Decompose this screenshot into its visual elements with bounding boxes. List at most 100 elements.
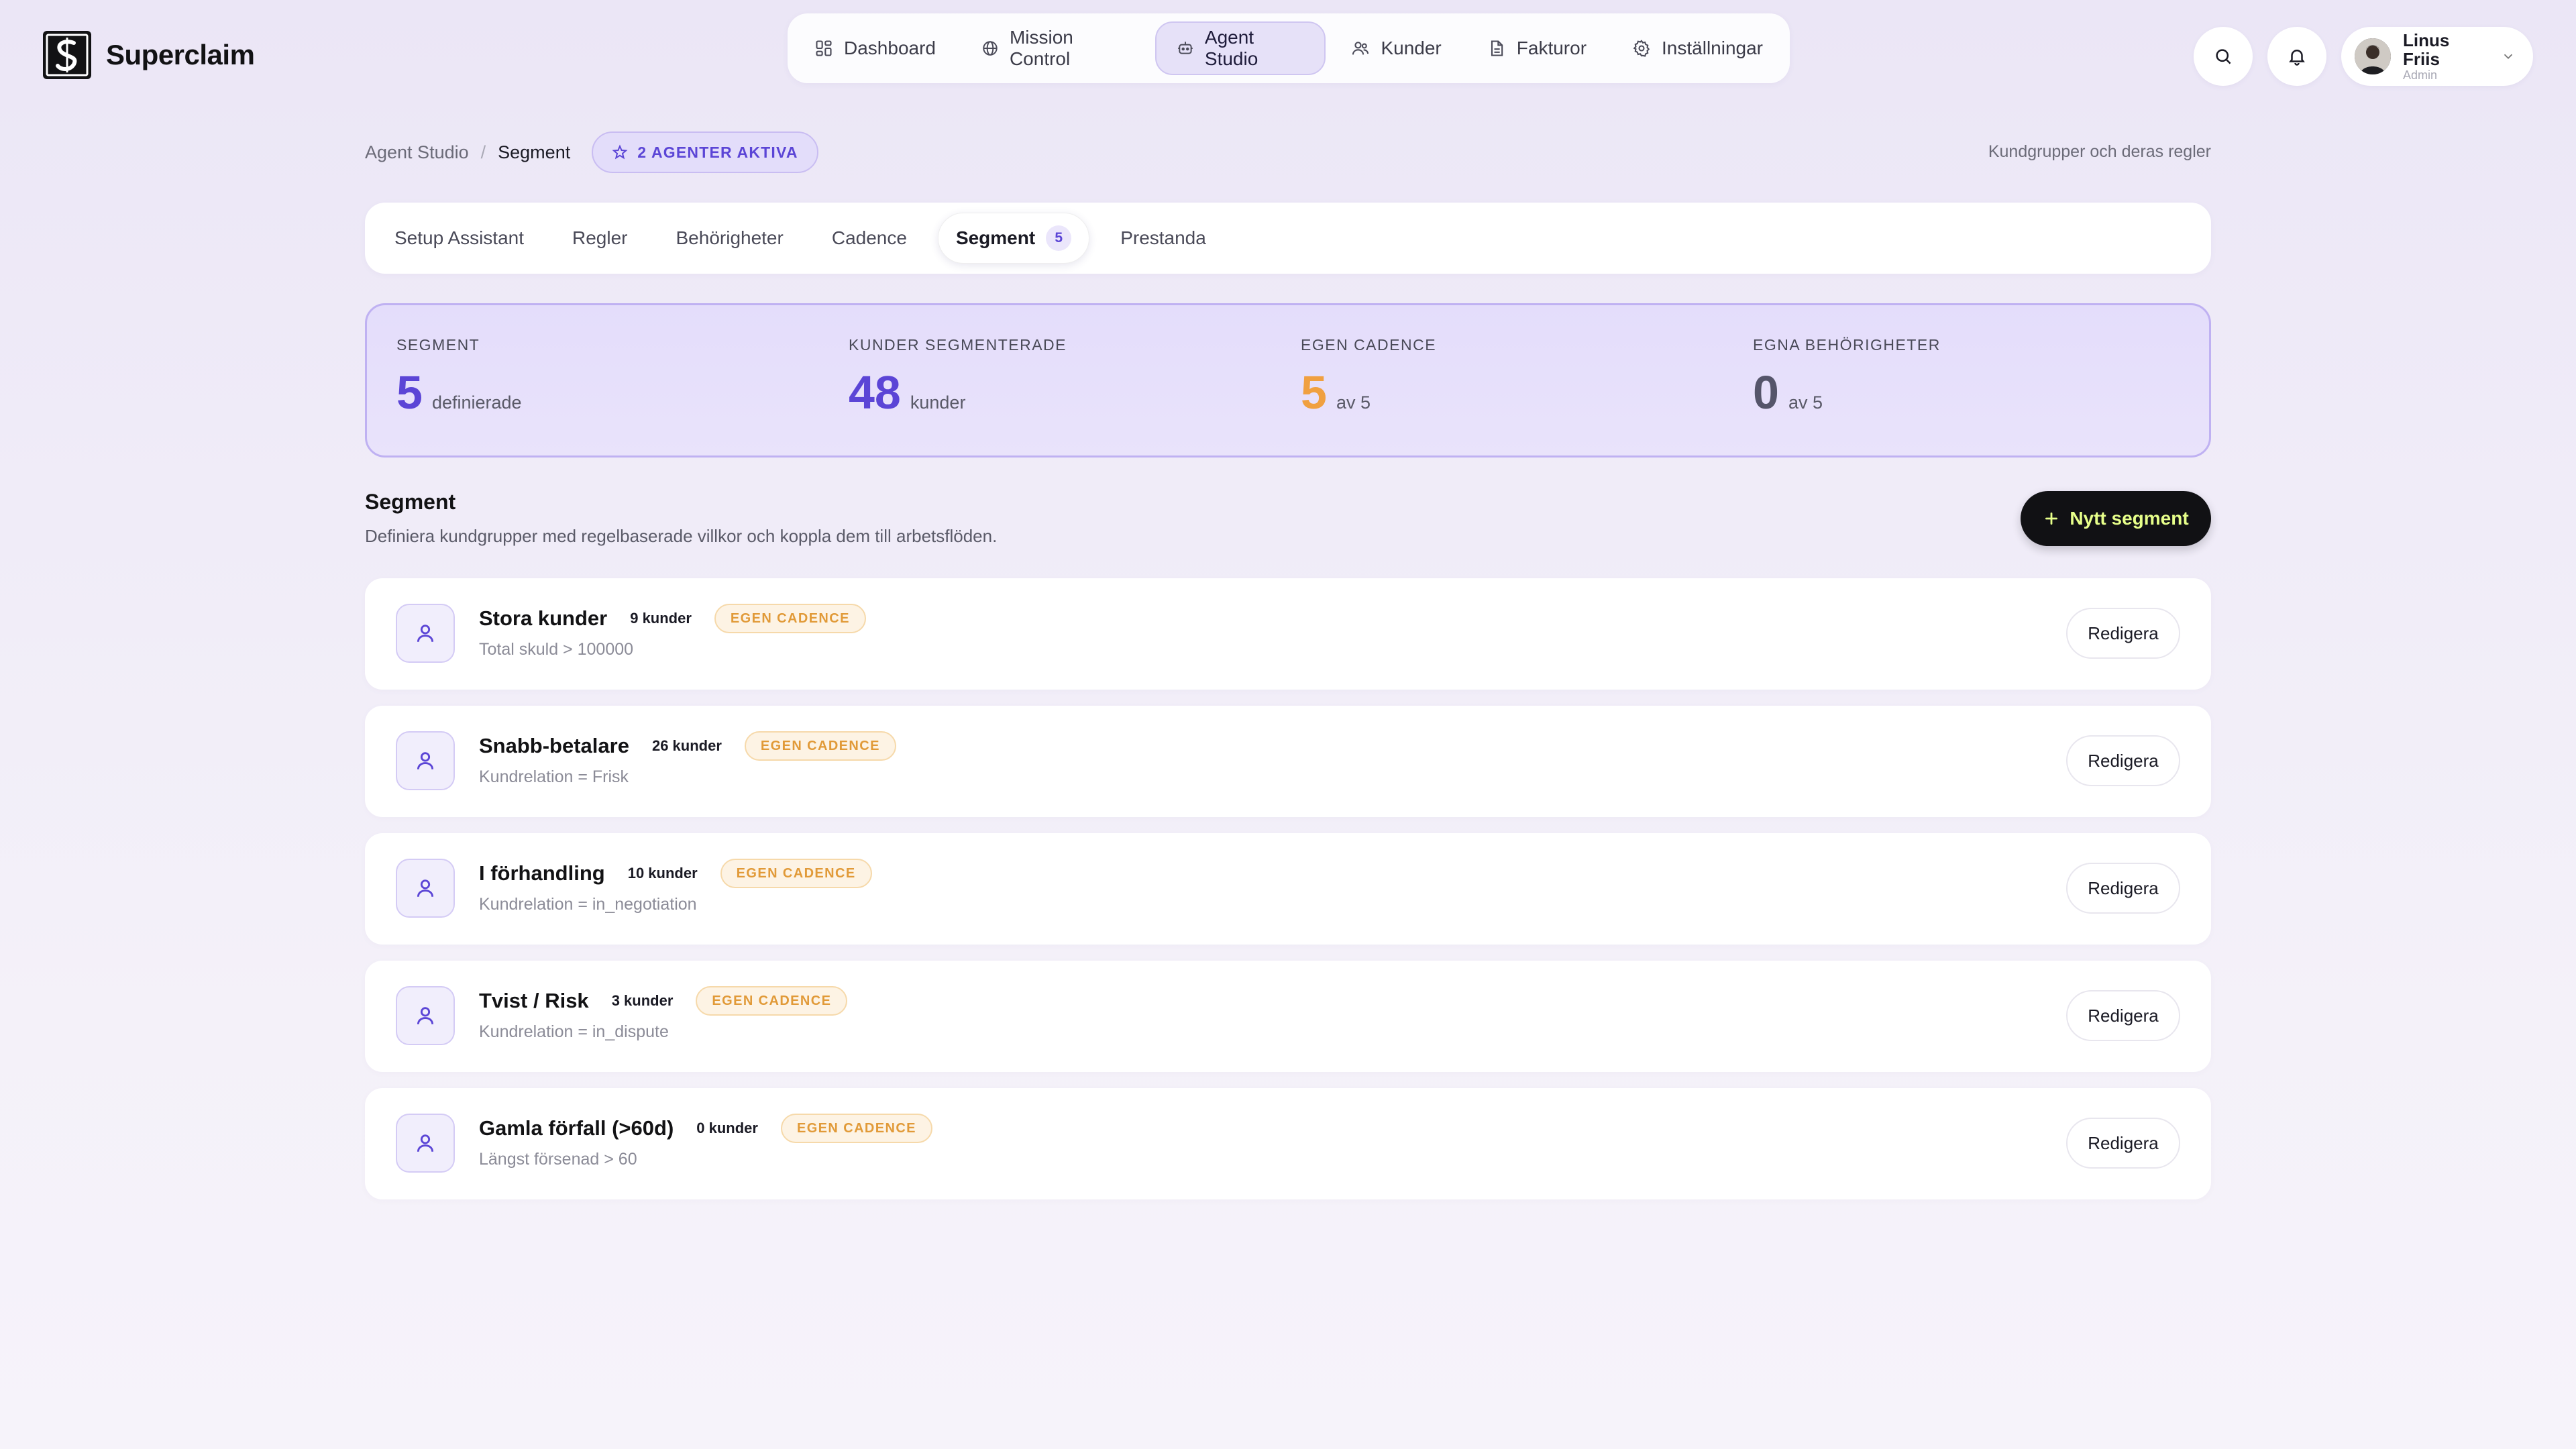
segment-count: 9 kunder — [630, 610, 692, 627]
stat-kunder-segmenterade: KUNDER SEGMENTERADE 48 kunder — [849, 336, 1301, 455]
user-icon — [417, 879, 434, 897]
tab-bar: Setup Assistant Regler Behörigheter Cade… — [365, 203, 2211, 274]
segment-name: Gamla förfall (>60d) — [479, 1116, 674, 1140]
nav-item-installningar[interactable]: Inställningar — [1612, 21, 1783, 75]
stats-panel: SEGMENT 5 definierade KUNDER SEGMENTERAD… — [365, 303, 2211, 458]
segment-name: Stora kunder — [479, 606, 608, 630]
segment-rule: Kundrelation = in_dispute — [479, 1022, 669, 1041]
cadence-badge: EGEN CADENCE — [744, 731, 896, 761]
stat-label: SEGMENT — [396, 336, 480, 354]
edit-button[interactable]: Redigera — [2066, 608, 2180, 659]
segment-rule: Längst försenad > 60 — [479, 1150, 637, 1169]
section-title: Segment — [365, 490, 456, 514]
segment-list: Stora kunder 9 kunder EGEN CADENCE Total… — [365, 578, 2211, 1216]
tab-setup-assistant[interactable]: Setup Assistant — [377, 213, 541, 264]
edit-button[interactable]: Redigera — [2066, 863, 2180, 914]
segment-icon — [396, 604, 455, 663]
segment-row[interactable]: Tvist / Risk 3 kunder EGEN CADENCE Kundr… — [365, 961, 2211, 1072]
superclaim-logo-icon — [43, 31, 91, 79]
star-icon — [612, 144, 628, 160]
segment-count: 3 kunder — [611, 992, 674, 1009]
tab-behorigheter[interactable]: Behörigheter — [659, 213, 801, 264]
page-subtitle: Kundgrupper och deras regler — [1988, 142, 2211, 161]
stat-sub: definierade — [431, 392, 522, 413]
active-agents-label: 2 AGENTER AKTIVA — [637, 143, 798, 161]
cadence-badge: EGEN CADENCE — [696, 986, 848, 1016]
stat-value: 5 — [1301, 366, 1327, 419]
brand-name: Superclaim — [106, 39, 255, 70]
nav-item-fakturor[interactable]: Fakturor — [1467, 21, 1607, 75]
segment-name: Tvist / Risk — [479, 989, 589, 1012]
plus-icon — [2045, 513, 2058, 525]
user-name: Linus Friis — [2403, 30, 2450, 70]
breadcrumb-parent[interactable]: Agent Studio — [365, 142, 469, 163]
search-button[interactable] — [2194, 27, 2253, 86]
tab-prestanda[interactable]: Prestanda — [1103, 213, 1224, 264]
nav-label: Fakturor — [1516, 38, 1587, 58]
segment-rule: Kundrelation = in_negotiation — [479, 895, 697, 914]
user-menu[interactable]: Linus Friis Admin — [2341, 27, 2533, 86]
tab-cadence[interactable]: Cadence — [814, 213, 924, 264]
brand[interactable]: Superclaim — [43, 31, 255, 79]
segment-count: 0 kunder — [696, 1120, 758, 1136]
stat-value: 0 — [1753, 366, 1779, 419]
nav-item-kunder[interactable]: Kunder — [1331, 21, 1461, 75]
user-icon — [417, 1007, 434, 1024]
edit-button[interactable]: Redigera — [2066, 990, 2180, 1041]
stat-label: EGNA BEHÖRIGHETER — [1753, 336, 1941, 354]
grid-icon — [816, 40, 832, 56]
segment-count: 26 kunder — [651, 737, 722, 754]
segment-count: 10 kunder — [627, 865, 698, 881]
segment-icon — [396, 731, 455, 790]
tab-label: Segment — [955, 227, 1036, 248]
nav-item-agent-studio[interactable]: Agent Studio — [1155, 21, 1326, 75]
segment-name: I förhandling — [479, 861, 605, 885]
stat-label: KUNDER SEGMENTERADE — [849, 336, 1067, 354]
segment-rule: Kundrelation = Frisk — [479, 767, 629, 786]
segment-icon — [396, 1114, 455, 1173]
tab-count-badge: 5 — [1046, 225, 1072, 251]
notifications-button[interactable] — [2267, 27, 2326, 86]
chevron-down-icon — [2504, 54, 2513, 60]
segment-row[interactable]: Gamla förfall (>60d) 0 kunder EGEN CADEN… — [365, 1088, 2211, 1199]
avatar — [2355, 38, 2391, 74]
bell-icon — [2289, 50, 2305, 66]
tab-regler[interactable]: Regler — [555, 213, 645, 264]
tab-label: Regler — [572, 227, 628, 248]
nav-label: Inställningar — [1662, 38, 1763, 58]
top-bar: Superclaim Dashboard Mission Control Age… — [0, 0, 2576, 114]
users-icon — [1352, 42, 1369, 55]
nav-item-dashboard[interactable]: Dashboard — [794, 21, 956, 75]
gear-icon — [1633, 40, 1650, 57]
globe-icon — [983, 41, 998, 56]
main-nav: Dashboard Mission Control Agent Studio K… — [788, 13, 1790, 83]
tab-label: Setup Assistant — [394, 227, 525, 248]
edit-button[interactable]: Redigera — [2066, 735, 2180, 786]
segment-row[interactable]: Snabb-betalare 26 kunder EGEN CADENCE Ku… — [365, 706, 2211, 817]
stat-segment: SEGMENT 5 definierade — [396, 336, 849, 455]
nav-item-mission-control[interactable]: Mission Control — [961, 21, 1150, 75]
new-segment-label: Nytt segment — [2070, 508, 2189, 529]
section-description: Definiera kundgrupper med regelbaserade … — [365, 526, 998, 546]
tab-segment[interactable]: Segment 5 — [937, 213, 1090, 264]
tab-label: Behörigheter — [676, 227, 784, 248]
tab-label: Prestanda — [1120, 227, 1206, 248]
nav-label: Mission Control — [1009, 27, 1073, 69]
user-icon — [417, 625, 434, 642]
segment-icon — [396, 986, 455, 1045]
edit-button[interactable]: Redigera — [2066, 1118, 2180, 1169]
top-actions: Linus Friis Admin — [2194, 27, 2533, 86]
stat-egna-behorigheter: EGNA BEHÖRIGHETER 0 av 5 — [1753, 336, 2205, 455]
search-icon — [2216, 49, 2231, 64]
segment-rule: Total skuld > 100000 — [479, 640, 634, 659]
segment-row[interactable]: I förhandling 10 kunder EGEN CADENCE Kun… — [365, 833, 2211, 945]
new-segment-button[interactable]: Nytt segment — [2021, 491, 2211, 546]
segment-row[interactable]: Stora kunder 9 kunder EGEN CADENCE Total… — [365, 578, 2211, 690]
user-role: Admin — [2403, 68, 2438, 82]
user-icon — [417, 1134, 434, 1152]
stat-value: 5 — [396, 366, 423, 419]
user-info: Linus Friis Admin — [2403, 30, 2489, 83]
segment-icon — [396, 859, 455, 918]
stat-label: EGEN CADENCE — [1301, 336, 1437, 354]
stat-egen-cadence: EGEN CADENCE 5 av 5 — [1301, 336, 1753, 455]
